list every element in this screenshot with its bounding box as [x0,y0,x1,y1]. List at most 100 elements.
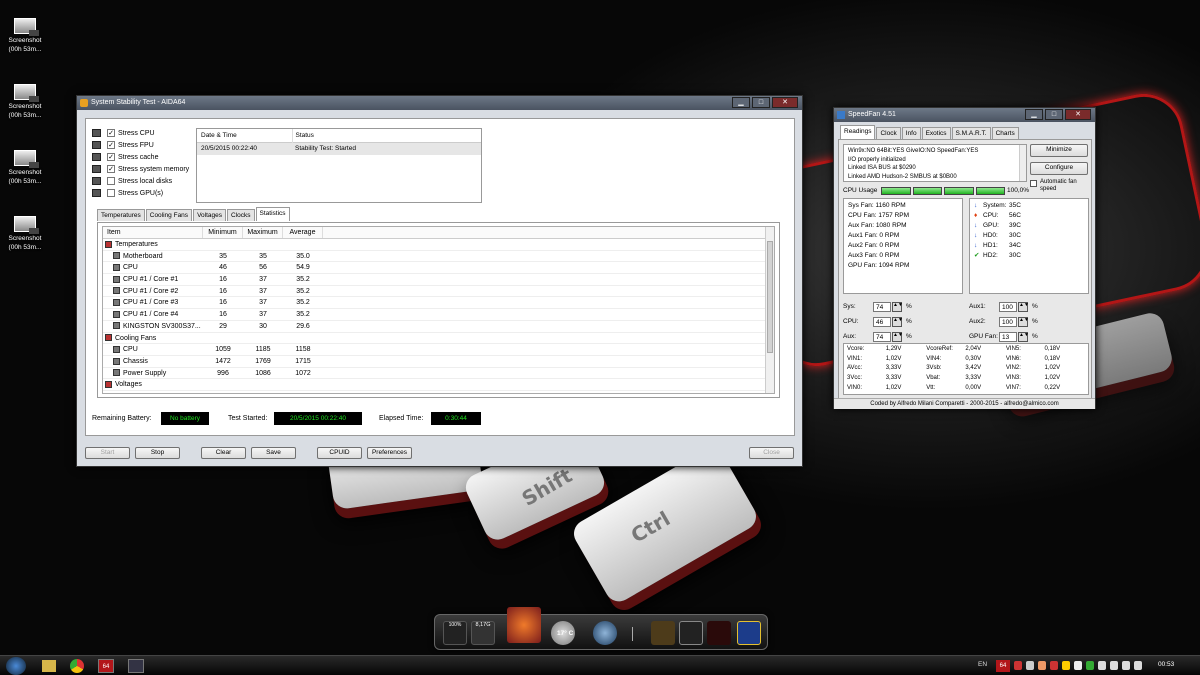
tray-icon[interactable] [1050,661,1058,670]
table-row[interactable]: CPU #1 / Core #3 16 37 35.2 [103,297,774,310]
desktop-icon[interactable]: Screenshot (00h 53m... [4,18,46,54]
stress-option[interactable]: ✓ Stress cache [92,151,189,163]
tray-icon[interactable] [1098,661,1106,670]
speed-input[interactable]: 100 [999,301,1017,312]
speed-input[interactable]: 46 [873,316,891,327]
save-button[interactable]: Save [251,447,296,459]
tray-icon[interactable] [1038,661,1046,670]
memory-gauge-icon[interactable]: 100% [443,621,467,645]
tray-icon[interactable] [1086,661,1094,670]
speed-input[interactable]: 74 [873,301,891,312]
stress-option[interactable]: Stress local disks [92,175,189,187]
tab-temperatures[interactable]: Temperatures [97,209,145,221]
tab-cooling-fans[interactable]: Cooling Fans [145,209,193,221]
table-row[interactable]: KINGSTON SV300S37... 29 30 29.6 [103,321,774,333]
app-icon[interactable] [507,607,541,643]
stress-checkbox[interactable]: ✓ [107,141,115,149]
desktop-icon[interactable]: Screenshot (00h 53m... [4,216,46,252]
tray-icon[interactable] [1122,661,1130,670]
ram-usage-icon[interactable]: 8,17G [471,621,495,645]
auto-fan-checkbox[interactable] [1030,180,1037,187]
table-row[interactable]: CPU 1059 1185 1158 [103,344,774,356]
table-row[interactable]: Chassis 1472 1769 1715 [103,356,774,368]
close-window-button[interactable]: ✕ [1065,109,1091,120]
table-row[interactable]: CPU #1 / Core #1 16 37 35.2 [103,274,774,286]
tab-clock[interactable]: Clock [876,127,901,139]
cpuid-button[interactable]: CPUID [317,447,362,459]
start-button[interactable]: Start [85,447,130,459]
configure-button[interactable]: Configure [1030,162,1088,175]
minimize-button[interactable]: ▁ [732,97,750,108]
chrome-icon[interactable] [70,659,84,673]
speed-spinner[interactable]: ▲▼ [1018,316,1029,327]
speed-spinner[interactable]: ▲▼ [892,331,903,342]
speedfan-title-bar[interactable]: SpeedFan 4.51 ▁ □ ✕ [834,108,1095,122]
speed-input[interactable]: 13 [999,331,1017,342]
desktop-icon[interactable]: Screenshot (00h 53m... [4,150,46,186]
vertical-scrollbar[interactable] [765,227,774,393]
speed-spinner[interactable]: ▲▼ [1018,331,1029,342]
col-average[interactable]: Average [283,227,323,238]
group-row[interactable]: Voltages [103,379,774,391]
aida64-title-bar[interactable]: System Stability Test - AIDA64 ▁ □ ✕ [77,96,802,110]
table-row[interactable]: CPU 46 56 54.9 [103,262,774,275]
game-icon[interactable] [651,621,675,645]
table-row[interactable]: Motherboard 35 35 35.0 [103,251,774,263]
tray-icon[interactable] [1026,661,1034,670]
log-scrollbar[interactable] [1019,145,1026,181]
folder-icon[interactable] [42,660,56,672]
group-row[interactable]: Cooling Fans [103,333,774,345]
maximize-button[interactable]: □ [1045,109,1063,120]
aida64-tray-icon[interactable]: 64 [996,660,1010,672]
stress-option[interactable]: Stress GPU(s) [92,187,189,199]
speed-input[interactable]: 74 [873,331,891,342]
maximize-button[interactable]: □ [752,97,770,108]
game-icon[interactable] [707,621,731,645]
aida64-taskbar-icon[interactable]: 64 [98,659,114,673]
speed-spinner[interactable]: ▲▼ [892,316,903,327]
close-button[interactable]: Close [749,447,794,459]
stress-checkbox[interactable]: ✓ [107,165,115,173]
tray-icon[interactable] [1074,661,1082,670]
speed-spinner[interactable]: ▲▼ [1018,301,1029,312]
stress-checkbox[interactable] [107,189,115,197]
table-row[interactable]: CPU #1 / Core #4 16 37 35.2 [103,309,774,321]
tab-statistics[interactable]: Statistics [255,207,290,221]
minimize-button[interactable]: ▁ [1025,109,1043,120]
col-maximum[interactable]: Maximum [243,227,283,238]
steam-icon[interactable] [593,621,617,645]
tab-voltages[interactable]: Voltages [193,209,226,221]
stress-option[interactable]: ✓ Stress system memory [92,163,189,175]
col-minimum[interactable]: Minimum [203,227,243,238]
table-row[interactable]: CPU #1 / Core #2 16 37 35.2 [103,286,774,298]
tray-icon[interactable] [1014,661,1022,670]
stress-option[interactable]: ✓ Stress FPU [92,139,189,151]
tab-readings[interactable]: Readings [840,125,876,139]
sniper-elite-icon[interactable] [679,621,703,645]
col-item[interactable]: Item [103,227,203,238]
tray-icon[interactable] [1110,661,1118,670]
stress-option[interactable]: ✓ Stress CPU [92,127,189,139]
clear-button[interactable]: Clear [201,447,246,459]
speedfan-taskbar-icon[interactable] [128,659,144,673]
auto-fan-option[interactable]: Automatic fan speed [1030,179,1092,193]
stress-checkbox[interactable]: ✓ [107,153,115,161]
tab-s-m-a-r-t[interactable]: S.M.A.R.T. [951,127,991,139]
speed-input[interactable]: 100 [999,316,1017,327]
table-row[interactable]: Power Supply 996 1086 1072 [103,368,774,380]
desktop-icon[interactable]: Screenshot (00h 53m... [4,84,46,120]
tab-exotics[interactable]: Exotics [921,127,951,139]
group-row[interactable]: Temperatures [103,239,774,251]
tray-icon[interactable] [1062,661,1070,670]
tray-icon[interactable] [1134,661,1142,670]
launcher-icon[interactable] [737,621,761,645]
start-orb-icon[interactable] [6,657,26,675]
speed-spinner[interactable]: ▲▼ [892,301,903,312]
stress-checkbox[interactable] [107,177,115,185]
language-indicator[interactable]: EN [978,661,987,668]
close-window-button[interactable]: ✕ [772,97,798,108]
stop-button[interactable]: Stop [135,447,180,459]
stress-checkbox[interactable]: ✓ [107,129,115,137]
tab-info[interactable]: Info [901,127,921,139]
scrollbar-thumb[interactable] [767,241,773,353]
